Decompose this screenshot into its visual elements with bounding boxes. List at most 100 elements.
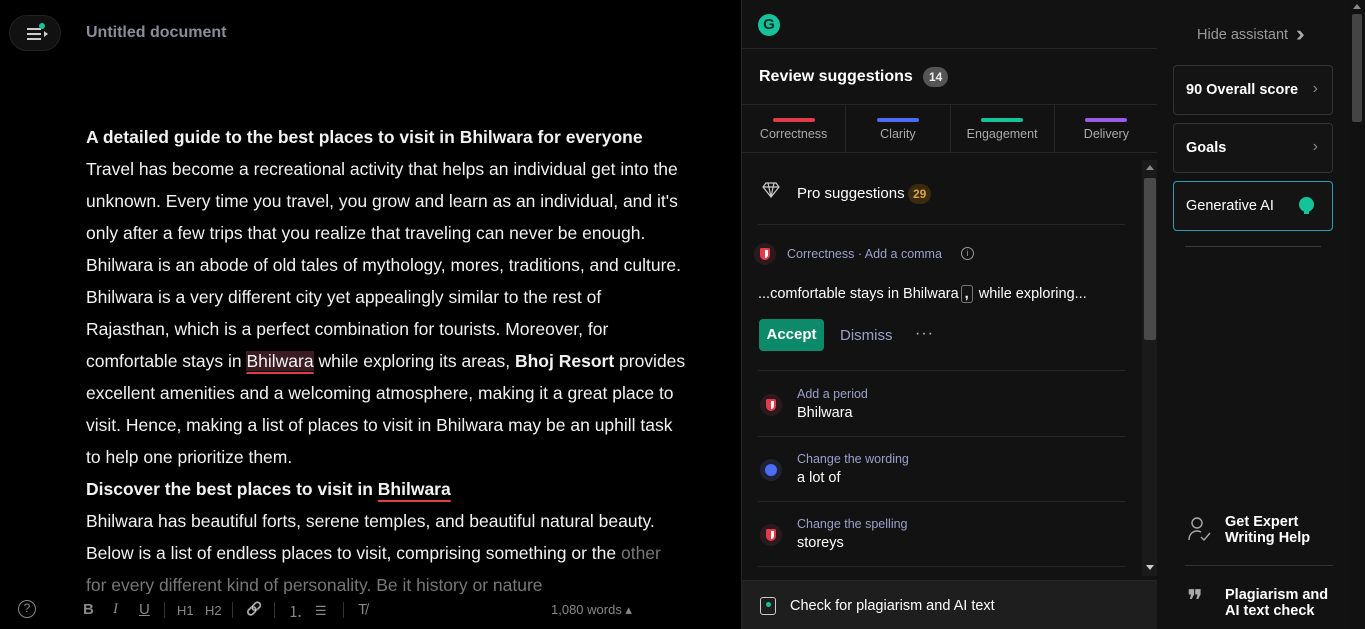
page-scrollbar[interactable]: [1349, 0, 1365, 629]
tab-correctness[interactable]: Correctness: [742, 105, 847, 152]
doc-paragraph-2: Bhilwara has beautiful forts, serene tem…: [86, 505, 686, 601]
sidebar-divider: [1185, 565, 1333, 566]
correctness-bar: [772, 118, 815, 122]
para-text: Travel has become a recreational activit…: [86, 159, 681, 371]
toolbar-divider: [274, 602, 275, 618]
bullet-list-icon[interactable]: ☰: [315, 603, 327, 619]
scroll-thumb[interactable]: [1352, 14, 1362, 122]
bold-text: Bhoj Resort: [514, 351, 615, 371]
tab-label: Correctness: [759, 127, 828, 141]
suggestion-count-badge: 14: [923, 67, 949, 87]
suggestion-item[interactable]: Add a period Bhilwara: [758, 372, 1125, 437]
suggestion-meta: Change the spelling: [797, 517, 908, 531]
suggestion-preview: ...comfortable stays in Bhilwara, while …: [758, 285, 1087, 303]
info-icon[interactable]: i: [961, 247, 974, 260]
tab-label: Delivery: [1083, 127, 1129, 141]
double-chevron-right-icon[interactable]: ››: [1296, 21, 1304, 47]
active-suggestion-card[interactable]: Correctness · Add a comma i ...comfortab…: [754, 226, 1125, 371]
bold-button[interactable]: B: [83, 601, 94, 618]
goals-label: Goals: [1186, 140, 1227, 156]
suggestion-item[interactable]: Change the spelling storeys: [758, 502, 1125, 567]
lightbulb-icon: [1299, 197, 1314, 214]
suggestion-value: storeys: [797, 535, 844, 551]
tab-clarity[interactable]: Clarity: [846, 105, 951, 152]
link-icon[interactable]: 🔗: [246, 601, 262, 617]
tab-label: Clarity: [880, 127, 916, 141]
word-count[interactable]: 1,080 words ▴: [551, 602, 632, 618]
delivery-bar: [1085, 118, 1128, 122]
diamond-icon: [762, 182, 780, 198]
plagiarism-icon: [760, 597, 776, 615]
main-menu-button[interactable]: [9, 15, 61, 51]
generative-ai-label: Generative AI: [1186, 198, 1274, 214]
correctness-shield-icon: [754, 243, 776, 265]
tab-delivery[interactable]: Delivery: [1055, 105, 1157, 152]
more-options-icon[interactable]: ···: [915, 325, 934, 343]
expert-help-label: Get Expert Writing Help: [1225, 514, 1311, 546]
scroll-up-icon[interactable]: [1146, 165, 1154, 170]
suggestion-item[interactable]: Change the wording a lot of: [758, 437, 1125, 502]
hamburger-icon: [27, 28, 41, 43]
underline-button[interactable]: U: [139, 601, 150, 618]
italic-button[interactable]: I: [113, 601, 118, 618]
tab-engagement[interactable]: Engagement: [951, 105, 1055, 152]
tab-label: Engagement: [966, 127, 1038, 141]
ordered-list-icon[interactable]: ⒈: [288, 601, 303, 622]
grammarly-logo-icon: G: [758, 14, 780, 36]
chevron-right-icon: ›: [1312, 138, 1318, 155]
toolbar-divider: [164, 602, 165, 618]
help-icon[interactable]: ?: [18, 600, 36, 618]
preview-text: ...comfortable stays in Bhilwara: [758, 286, 959, 302]
assistant-sidebar: Hide assistant ›› 90 Overall score › Goa…: [1157, 0, 1349, 629]
error-word-bhilwara[interactable]: Bhilwara: [246, 351, 314, 371]
review-header: Review suggestions 14: [742, 48, 1157, 105]
doc-paragraph-1: Travel has become a recreational activit…: [86, 153, 686, 473]
chevron-right-icon: ›: [1312, 80, 1318, 97]
person-check-icon: [1188, 517, 1211, 542]
scroll-thumb[interactable]: [1144, 178, 1156, 340]
heading1-button[interactable]: H1: [177, 603, 194, 618]
correctness-shield-icon: [760, 524, 782, 546]
format-toolbar: ? B I U H1 H2 🔗 ⒈ ☰ T̸ 1,080 words ▴: [0, 594, 741, 629]
heading2-button[interactable]: H2: [205, 603, 222, 618]
para-text: while exploring its areas,: [313, 351, 515, 371]
heading-text: Discover the best places to visit in: [86, 479, 378, 499]
editor-pane: Untitled document A detailed guide to th…: [0, 0, 741, 629]
expert-writing-help-button[interactable]: Get Expert Writing Help: [1173, 508, 1343, 558]
error-word-bhilwara-heading[interactable]: Bhilwara: [378, 479, 451, 499]
toolbar-divider: [343, 602, 344, 618]
clear-format-icon[interactable]: T̸: [358, 601, 367, 618]
overall-score-card[interactable]: 90 Overall score ›: [1173, 65, 1333, 115]
dismiss-button[interactable]: Dismiss: [840, 327, 893, 344]
overall-score-label: 90 Overall score: [1186, 82, 1299, 98]
plagiarism-ai-label: Plagiarism and AI text check: [1225, 587, 1329, 619]
pro-count-badge: 29: [908, 184, 932, 204]
preview-text: while exploring...: [974, 286, 1087, 302]
caret-right-icon: [44, 31, 48, 37]
scroll-up-icon[interactable]: [1353, 4, 1361, 9]
pro-suggestions-row[interactable]: Pro suggestions 29: [758, 160, 1125, 225]
notification-dot: [39, 23, 45, 29]
scroll-down-icon[interactable]: [1146, 565, 1154, 570]
suggestion-meta: Correctness · Add a comma: [787, 247, 942, 261]
plagiarism-check-label: Check for plagiarism and AI text: [790, 598, 995, 614]
review-panel: G Review suggestions 14 Correctness Clar…: [741, 0, 1157, 629]
goals-card[interactable]: Goals ›: [1173, 123, 1333, 173]
plagiarism-ai-check-button[interactable]: ❞ Plagiarism and AI text check: [1173, 581, 1343, 629]
suggestion-scrollbar[interactable]: [1142, 160, 1157, 576]
document-body[interactable]: A detailed guide to the best places to v…: [86, 121, 686, 601]
category-tabs: Correctness Clarity Engagement Delivery: [742, 105, 1157, 153]
suggestion-value: a lot of: [797, 470, 841, 486]
plagiarism-check-button[interactable]: Check for plagiarism and AI text: [742, 580, 1157, 629]
correctness-shield-icon: [760, 394, 782, 416]
suggestion-list: Pro suggestions 29 Correctness · Add a c…: [742, 160, 1142, 576]
review-title: Review suggestions: [759, 68, 913, 85]
para-text: Bhilwara has beautiful forts, serene tem…: [86, 511, 655, 563]
generative-ai-card[interactable]: Generative AI: [1173, 181, 1333, 231]
document-title[interactable]: Untitled document: [86, 24, 226, 42]
doc-heading-1: A detailed guide to the best places to v…: [86, 127, 643, 147]
suggestion-value: Bhilwara: [797, 405, 853, 421]
accept-button[interactable]: Accept: [759, 319, 824, 351]
hide-assistant-button[interactable]: Hide assistant: [1197, 27, 1288, 43]
clarity-bar: [876, 118, 919, 122]
